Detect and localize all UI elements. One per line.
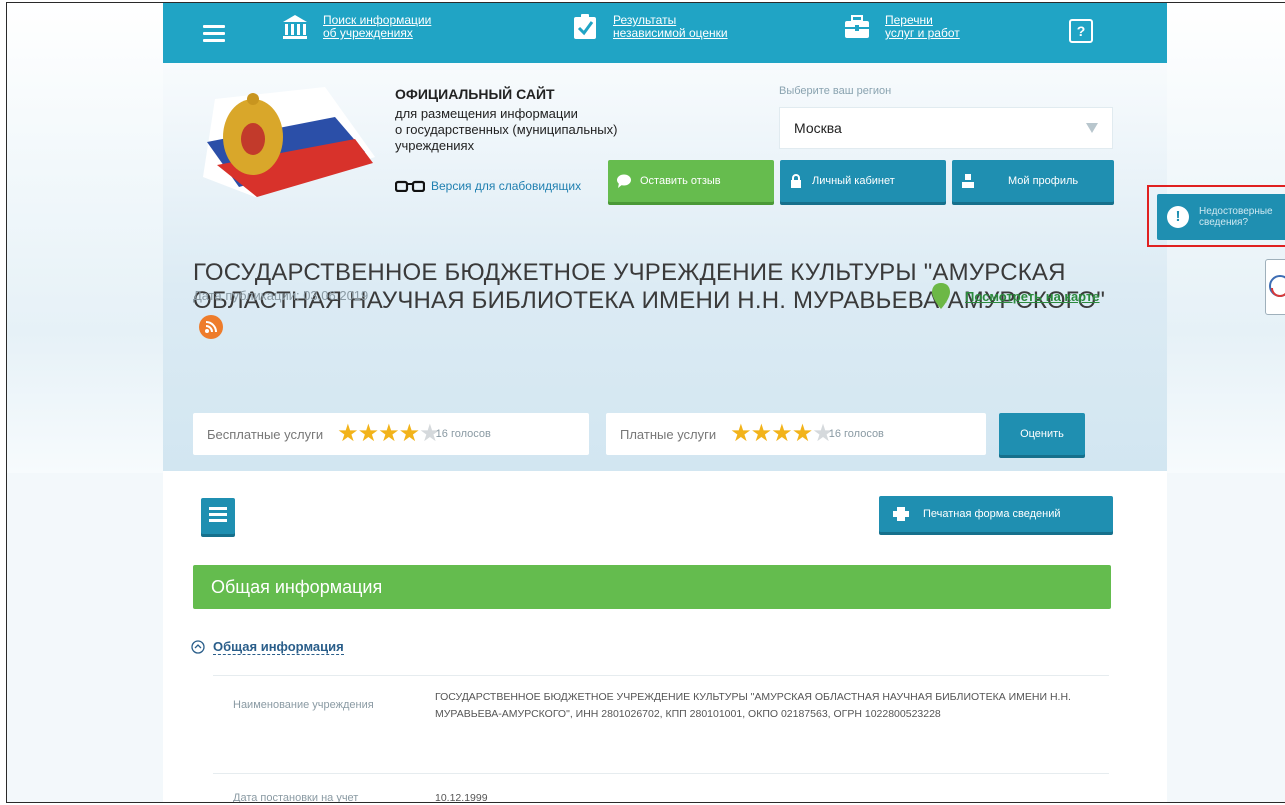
star-icon[interactable]: ★ <box>730 422 752 446</box>
rating-paid-label: Платные услуги <box>620 426 717 442</box>
star-icon[interactable]: ★ <box>378 422 400 446</box>
feedback-button-label[interactable]: Оставить отзыв <box>640 175 721 187</box>
rating-stars[interactable]: ★ ★ ★ ★ ★ <box>730 422 834 446</box>
field-label-name: Наименование учреждения <box>233 699 374 711</box>
site-title: ОФИЦИАЛЬНЫЙ САЙТ <box>395 86 555 102</box>
divider <box>213 675 1109 676</box>
section-title-bar[interactable]: Общая информация <box>193 565 1111 609</box>
rating-votes: 16 голосов <box>828 428 884 440</box>
unreliable-info-highlight: ! Недостоверные сведения? <box>1147 185 1285 247</box>
user-icon <box>952 174 984 188</box>
speech-bubble-icon <box>608 174 640 188</box>
briefcase-icon <box>845 15 869 38</box>
region-select[interactable]: Москва <box>779 107 1113 149</box>
page-container: Поиск информации об учреждениях Результа… <box>163 3 1167 803</box>
building-icon <box>283 15 307 39</box>
unreliable-info-label[interactable]: Недостоверные сведения? <box>1199 206 1273 228</box>
site-subtitle: для размещения информации о государствен… <box>395 106 618 153</box>
star-icon[interactable]: ★ <box>337 422 359 446</box>
profile-button[interactable]: Мой профиль <box>952 160 1114 202</box>
nav-item-services[interactable]: Перечни услуг и работ <box>843 13 960 41</box>
section-menu-button[interactable] <box>201 498 235 534</box>
cabinet-button-label[interactable]: Личный кабинет <box>812 175 895 187</box>
rating-free: Бесплатные услуги ★ ★ ★ ★ ★ 16 голосов <box>193 413 589 455</box>
subsection-label[interactable]: Общая информация <box>213 639 344 655</box>
nav-item-label[interactable]: Поиск информации об учреждениях <box>323 14 431 40</box>
star-icon[interactable]: ★ <box>792 422 814 446</box>
nav-item-label[interactable]: Перечни услуг и работ <box>885 14 960 40</box>
field-value-name: ГОСУДАРСТВЕННОЕ БЮДЖЕТНОЕ УЧРЕЖДЕНИЕ КУЛ… <box>435 691 1071 720</box>
browser-frame: Поиск информации об учреждениях Результа… <box>6 2 1285 803</box>
divider <box>213 773 1109 774</box>
nav-item-search[interactable]: Поиск информации об учреждениях <box>281 13 431 41</box>
gosuslugi-badge-icon[interactable] <box>1265 259 1285 315</box>
unreliable-info-button[interactable]: ! Недостоверные сведения? <box>1157 194 1285 240</box>
help-icon[interactable]: ? <box>1069 19 1093 43</box>
collapse-icon <box>191 640 205 654</box>
site-logo[interactable] <box>195 87 375 197</box>
low-vision-label[interactable]: Версия для слабовидящих <box>431 179 581 193</box>
chevron-down-icon <box>1086 123 1098 133</box>
nav-item-results[interactable]: Результаты независимой оценки <box>571 13 728 41</box>
region-label: Выберите ваш регион <box>779 85 892 97</box>
glasses-icon <box>395 180 425 192</box>
field-label-date: Дата постановки на учет <box>233 792 359 803</box>
print-button-label[interactable]: Печатная форма сведений <box>923 508 1061 520</box>
nav-item-label[interactable]: Результаты независимой оценки <box>613 14 728 40</box>
low-vision-link[interactable]: Версия для слабовидящих <box>395 179 581 193</box>
star-icon[interactable]: ★ <box>358 422 380 446</box>
rating-stars[interactable]: ★ ★ ★ ★ ★ <box>337 422 441 446</box>
map-link-label[interactable]: Посмотреть на карте <box>965 289 1100 304</box>
rating-free-label: Бесплатные услуги <box>207 426 324 442</box>
map-link[interactable]: Посмотреть на карте <box>931 283 1100 309</box>
rss-icon[interactable] <box>199 314 223 339</box>
star-icon[interactable]: ★ <box>751 422 773 446</box>
publication-date: Дата публикации: 03.06.2019 <box>193 288 369 303</box>
printer-icon <box>879 507 923 521</box>
hamburger-menu-icon[interactable] <box>203 21 225 46</box>
print-button[interactable]: Печатная форма сведений <box>879 496 1113 532</box>
star-icon[interactable]: ★ <box>399 422 421 446</box>
lock-icon <box>780 174 812 188</box>
field-value-date: 10.12.1999 <box>435 792 488 803</box>
rate-button[interactable]: Оценить <box>999 413 1085 455</box>
region-value: Москва <box>794 120 842 136</box>
star-icon[interactable]: ★ <box>771 422 793 446</box>
checkbox-icon <box>574 14 596 39</box>
feedback-button[interactable]: Оставить отзыв <box>608 160 774 202</box>
profile-button-label[interactable]: Мой профиль <box>1008 175 1078 187</box>
subsection-toggle[interactable]: Общая информация <box>191 639 344 655</box>
map-pin-icon <box>932 283 950 309</box>
top-nav: Поиск информации об учреждениях Результа… <box>163 3 1167 63</box>
rating-paid: Платные услуги ★ ★ ★ ★ ★ 16 голосов <box>606 413 986 455</box>
cabinet-button[interactable]: Личный кабинет <box>780 160 946 202</box>
rating-votes: 16 голосов <box>435 428 491 440</box>
exclamation-icon: ! <box>1167 206 1189 228</box>
